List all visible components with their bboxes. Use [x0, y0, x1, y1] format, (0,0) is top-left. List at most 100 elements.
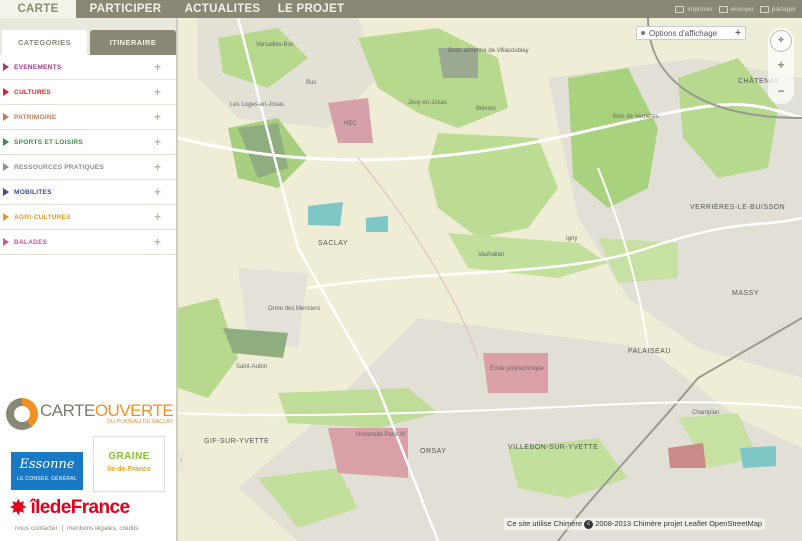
map-label: Orme des Merisiers	[268, 306, 321, 312]
plus-icon[interactable]: +	[154, 60, 161, 74]
map-label: Base aérienne de Villacoublay	[448, 48, 529, 54]
category-label: CULTURES	[14, 88, 52, 96]
plus-icon[interactable]: +	[154, 160, 161, 174]
map-label: Bois de Verrières	[613, 114, 659, 120]
tab-categories[interactable]: CATEGORIES	[2, 30, 87, 55]
separator: |	[61, 525, 64, 532]
send-button[interactable]: envoyer	[718, 5, 754, 13]
map-label: HEC	[344, 121, 357, 127]
iledefrance-logo[interactable]: ✸ îledeFrance	[9, 496, 130, 520]
copyright-icon: c	[584, 519, 594, 529]
attribution-years: 2008-2013	[595, 519, 632, 528]
triangle-icon	[3, 213, 9, 221]
plus-icon[interactable]: +	[154, 110, 161, 124]
printer-icon	[675, 5, 685, 13]
nav-participer[interactable]: PARTICIPER	[76, 0, 175, 18]
footer-links: nous contacter | mentions légales, crédi…	[15, 525, 139, 532]
map-label: Université Paris XI	[356, 432, 406, 438]
top-nav: CARTE PARTICIPER ACTUALITES LE PROJET im…	[0, 0, 802, 18]
map-label: PALAISEAU	[628, 348, 671, 355]
plus-icon[interactable]: +	[154, 185, 161, 199]
map-label: Saint-Aubin	[236, 364, 268, 370]
campus-area	[483, 353, 548, 393]
map-label: Bièvres	[476, 106, 497, 112]
swirl-icon	[6, 398, 38, 430]
logo-text: îledeFrance	[30, 497, 130, 518]
map-label: MASSY	[732, 290, 760, 297]
category-label: RESSOURCES PRATIQUES	[14, 163, 104, 171]
plus-icon[interactable]: +	[154, 85, 161, 99]
envelope-icon	[718, 5, 728, 13]
map-label: Saclay	[318, 240, 349, 247]
map-label: Igny	[566, 236, 578, 242]
plus-icon[interactable]: +	[154, 235, 161, 249]
logo-subtitle: LE CONSEIL GÉNÉRAL	[17, 476, 77, 482]
triangle-icon	[3, 113, 9, 121]
map-label: GIF-SUR-YVETTE	[204, 438, 270, 445]
map-label: VERRIÈRES-LE-BUISSON	[690, 204, 786, 211]
map[interactable]: Versailles-Buc Buc Les Loges-en-Josas Jo…	[178, 18, 802, 541]
category-agri-cultures[interactable]: AGRI-CULTURES +	[0, 205, 176, 230]
pan-control[interactable]: ✥	[770, 30, 792, 52]
category-label: MOBILITES	[14, 188, 52, 196]
category-balades[interactable]: BALADES +	[0, 230, 176, 255]
essonne-logo[interactable]: Essonne LE CONSEIL GÉNÉRAL	[11, 452, 83, 490]
category-label: SPORTS ET LOISIRS	[14, 138, 83, 146]
logo-text: Essonne	[19, 457, 75, 472]
triangle-icon	[3, 88, 9, 96]
category-label: AGRI-CULTURES	[14, 213, 71, 221]
logo-text: OUVERTE	[94, 401, 174, 421]
category-mobilites[interactable]: MOBILITES +	[0, 180, 176, 205]
display-options-button[interactable]: Options d'affichage +	[636, 26, 746, 40]
category-ressources-pratiques[interactable]: RESSOURCES PRATIQUES +	[0, 155, 176, 180]
chimere-link[interactable]: Chimère projet	[633, 519, 682, 528]
share-button[interactable]: partager	[759, 5, 796, 13]
triangle-icon	[3, 138, 9, 146]
map-tiles	[178, 18, 802, 541]
display-options-label: Options d'affichage	[649, 28, 718, 38]
lake	[366, 216, 388, 232]
map-label: VILLEBON-SUR-YVETTE	[508, 444, 599, 451]
category-patrimoine[interactable]: PATRIMOINE +	[0, 105, 176, 130]
nav-le-projet[interactable]: LE PROJET	[270, 0, 352, 18]
map-label: Buc	[306, 80, 317, 86]
triangle-icon	[3, 163, 9, 171]
osm-link[interactable]: OpenStreetMap	[709, 519, 762, 528]
logo-text: GRAINE	[108, 451, 150, 462]
contact-link[interactable]: nous contacter	[15, 525, 58, 532]
map-label: Les Loges-en-Josas	[230, 102, 285, 108]
print-label: imprimer	[687, 5, 713, 13]
tab-itineraire[interactable]: ITINERAIRE	[90, 30, 176, 55]
category-cultures[interactable]: CULTURES +	[0, 80, 176, 105]
share-label: partager	[771, 5, 796, 13]
category-sports-loisirs[interactable]: SPORTS ET LOISIRS +	[0, 130, 176, 155]
logo-subtitle: Ile-de-France	[107, 466, 151, 473]
lake	[740, 446, 776, 468]
category-label: PATRIMOINE	[14, 113, 57, 121]
lake	[308, 202, 343, 226]
bullet-icon	[641, 31, 645, 35]
legal-link[interactable]: mentions légales, crédits	[67, 525, 139, 532]
plus-icon[interactable]: +	[154, 210, 161, 224]
map-label: Vauhallan	[478, 252, 505, 258]
category-list: EVENEMENTS + CULTURES + PATRIMOINE + SPORTS…	[0, 55, 176, 255]
triangle-icon	[3, 63, 9, 71]
print-button[interactable]: imprimer	[675, 5, 713, 13]
category-label: BALADES	[14, 238, 48, 246]
plus-icon[interactable]: +	[154, 135, 161, 149]
zoom-control: ✥ + −	[768, 28, 794, 104]
carte-ouverte-logo[interactable]: CARTEOUVERTE DU PLATEAU DE SACLAY	[6, 396, 176, 432]
nav-carte[interactable]: CARTE	[0, 0, 76, 18]
sidebar-tabs: CATEGORIES ITINERAIRE	[0, 18, 176, 55]
leaflet-link[interactable]: Leaflet	[684, 519, 707, 528]
sidebar-collapse-handle[interactable]: ‹	[178, 449, 184, 473]
graine-logo[interactable]: GRAINE Ile-de-France	[93, 436, 165, 492]
zoom-out-button[interactable]: −	[773, 84, 789, 98]
category-evenements[interactable]: EVENEMENTS +	[0, 55, 176, 80]
map-label: École polytechnique	[490, 366, 544, 372]
triangle-icon	[3, 188, 9, 196]
nav-actualites[interactable]: ACTUALITES	[175, 0, 270, 18]
zoom-in-button[interactable]: +	[773, 58, 789, 72]
plus-icon: +	[735, 27, 741, 39]
map-label: Jouy-en-Josas	[408, 100, 448, 106]
